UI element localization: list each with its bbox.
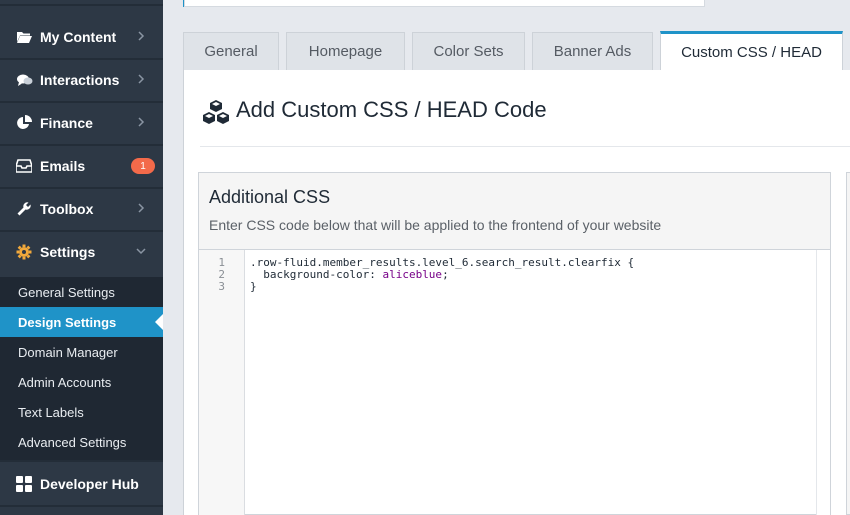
tab-banner-ads[interactable]: Banner Ads <box>532 32 653 70</box>
submenu-item-advanced-settings[interactable]: Advanced Settings <box>0 427 163 457</box>
submenu-item-design-settings[interactable]: Design Settings <box>0 307 163 337</box>
chevron-right-icon <box>138 203 145 213</box>
code-line: background-color: aliceblue; <box>250 268 449 281</box>
tab-color-sets[interactable]: Color Sets <box>412 32 525 70</box>
notification-badge: 1 <box>131 158 155 174</box>
chat-bubbles-icon <box>15 71 33 89</box>
sidebar-item-toolbox[interactable]: Toolbox <box>0 187 163 230</box>
sidebar-item-finance[interactable]: Finance <box>0 101 163 144</box>
submenu-item-general-settings[interactable]: General Settings <box>0 277 163 307</box>
panel-title: Additional CSS <box>209 187 331 207</box>
sidebar-item-emails[interactable]: Emails 1 <box>0 144 163 187</box>
chevron-right-icon <box>138 74 145 84</box>
editor-scrollbar[interactable] <box>816 250 830 515</box>
tab-homepage[interactable]: Homepage <box>286 32 405 70</box>
code-line: } <box>250 280 257 293</box>
wrench-icon <box>15 200 33 218</box>
submenu-item-text-labels[interactable]: Text Labels <box>0 397 163 427</box>
sidebar-item-label: My Content <box>40 28 117 45</box>
sidebar-item-my-content[interactable]: My Content <box>0 15 163 58</box>
title-divider <box>200 146 850 147</box>
gear-icon <box>15 243 33 261</box>
sidebar-divider <box>0 505 163 507</box>
sidebar: My Content Interactions Finance Emails 1… <box>0 0 163 515</box>
pie-chart-icon <box>15 114 33 132</box>
inbox-icon <box>15 157 33 175</box>
sidebar-item-label: Settings <box>40 243 96 260</box>
line-number-gutter: 1 2 3 <box>199 250 245 515</box>
chevron-right-icon <box>138 117 145 127</box>
page-title: Add Custom CSS / HEAD Code <box>236 97 547 122</box>
chevron-right-icon <box>138 31 145 41</box>
panel-description: Enter CSS code below that will be applie… <box>209 217 662 233</box>
submenu-item-domain-manager[interactable]: Domain Manager <box>0 337 163 367</box>
head-code-panel <box>846 172 850 515</box>
additional-css-panel: Additional CSS Enter CSS code below that… <box>198 172 831 515</box>
settings-submenu: General Settings Design Settings Domain … <box>0 277 163 460</box>
css-code-editor[interactable] <box>246 250 816 515</box>
sidebar-item-label: Toolbox <box>40 200 94 217</box>
panel-header: Additional CSS Enter CSS code below that… <box>199 173 830 250</box>
sidebar-item-label: Interactions <box>40 71 120 88</box>
code-property: background-color: <box>250 268 383 281</box>
sidebar-item-label: Emails <box>40 157 86 174</box>
folder-open-icon <box>15 28 33 46</box>
submenu-item-admin-accounts[interactable]: Admin Accounts <box>0 367 163 397</box>
tab-custom-css-head[interactable]: Custom CSS / HEAD <box>660 31 843 71</box>
sidebar-item-label: Developer Hub <box>40 475 139 492</box>
chevron-down-icon <box>136 248 146 255</box>
sidebar-item-interactions[interactable]: Interactions <box>0 58 163 101</box>
sidebar-item-settings[interactable]: Settings <box>0 230 163 273</box>
sidebar-divider <box>0 4 163 6</box>
tab-general[interactable]: General <box>183 32 279 70</box>
sidebar-item-developer-hub[interactable]: Developer Hub <box>0 462 163 505</box>
cubes-icon <box>203 100 229 124</box>
code-value: aliceblue <box>382 268 443 281</box>
code-punctuation: ; <box>442 268 449 281</box>
line-number: 3 <box>218 280 225 293</box>
search-input[interactable] <box>184 0 705 7</box>
sidebar-item-label: Finance <box>40 114 93 131</box>
grid-icon <box>15 475 33 493</box>
